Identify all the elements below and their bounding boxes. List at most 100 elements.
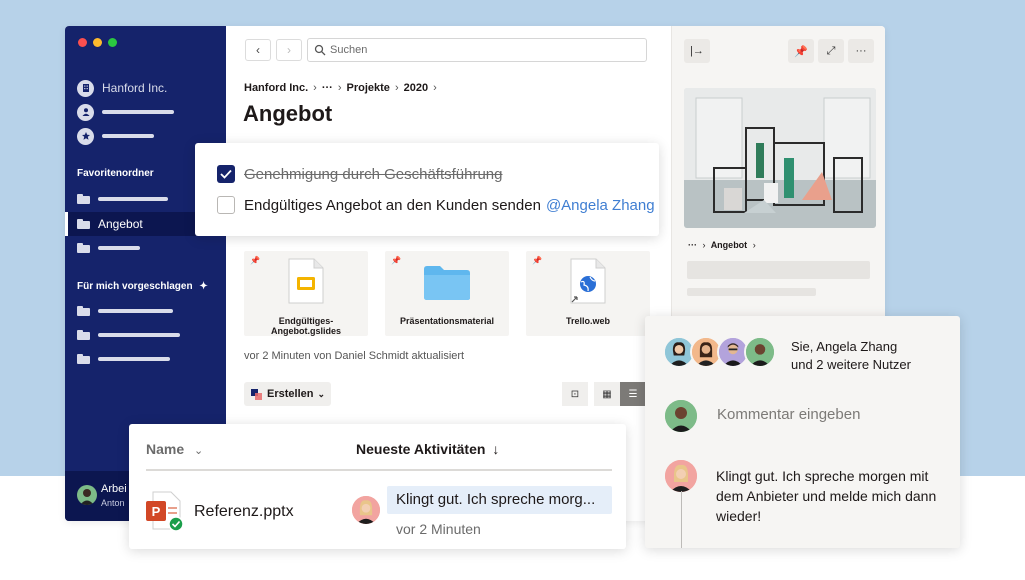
pin-icon: 📌 — [532, 256, 542, 265]
breadcrumb: Hanford Inc. › ··· › Projekte › 2020 › — [244, 82, 437, 94]
collapse-panel-button[interactable]: |→ — [684, 39, 710, 63]
create-label: Erstellen — [267, 388, 314, 400]
folder-icon — [77, 330, 90, 340]
grid-view-button[interactable]: ▦ — [594, 382, 620, 406]
breadcrumb-year[interactable]: 2020 — [404, 82, 428, 94]
suggested-heading: Für mich vorgeschlagen ✦ — [77, 281, 208, 292]
file-card-web[interactable]: 📌 Trello.web — [526, 251, 650, 336]
avatar — [350, 494, 382, 526]
collapse-panel-icon: |→ — [690, 45, 704, 57]
checklist-item-text: Endgültiges Angebot an den Kunden senden — [244, 196, 541, 214]
breadcrumb-root[interactable]: Hanford Inc. — [244, 82, 308, 94]
activity-timestamp: vor 2 Minuten — [396, 521, 481, 537]
sidebar-item-profile[interactable] — [77, 102, 174, 122]
checkbox-checked[interactable] — [217, 165, 235, 183]
comment-input[interactable]: Kommentar eingeben — [717, 406, 860, 423]
folder-icon — [77, 354, 90, 364]
breadcrumb-ellipsis[interactable]: ··· — [322, 82, 333, 94]
pin-button[interactable]: 📌 — [788, 39, 814, 63]
avatar — [77, 485, 97, 505]
file-card-folder[interactable]: 📌 Präsentationsmaterial — [385, 251, 509, 336]
sidebar-folder[interactable] — [77, 325, 180, 345]
folder-icon — [424, 266, 470, 300]
star-icon — [77, 127, 94, 145]
maximize-window-button[interactable] — [108, 38, 117, 47]
updated-info: vor 2 Minuten von Daniel Schmidt aktuali… — [244, 350, 465, 362]
create-icon — [251, 388, 262, 400]
avatar — [744, 336, 776, 368]
sidebar-folder[interactable] — [77, 349, 170, 369]
sidebar-placeholder-bar — [102, 134, 154, 138]
forward-button[interactable]: › — [276, 39, 302, 61]
more-options-button[interactable]: ··· — [848, 39, 874, 63]
column-header-name-label: Name — [146, 441, 185, 457]
user-name: Arbei — [101, 483, 127, 495]
create-button[interactable]: Erstellen ⌄ — [244, 382, 331, 406]
sidebar-placeholder-bar — [98, 333, 180, 337]
google-slides-file-icon — [288, 258, 324, 304]
breadcrumb-projects[interactable]: Projekte — [347, 82, 390, 94]
preview-breadcrumb-name[interactable]: Angebot — [711, 240, 748, 250]
skeleton-bar — [687, 288, 816, 296]
thread-line — [681, 491, 682, 548]
folder-icon — [77, 194, 90, 204]
checkbox-unchecked[interactable] — [217, 196, 235, 214]
breadcrumb-separator: › — [337, 82, 342, 94]
sidebar-org-label: Hanford Inc. — [102, 81, 168, 95]
file-card-slides[interactable]: 📌 Endgültiges-Angebot.gslides — [244, 251, 368, 336]
pin-icon: 📌 — [250, 256, 260, 265]
pin-icon: 📌 — [391, 256, 401, 265]
checklist-item-open: Endgültiges Angebot an den Kunden senden… — [217, 196, 655, 214]
breadcrumb-separator: › — [752, 240, 756, 250]
folder-icon — [77, 243, 90, 253]
chevron-down-icon: ⌄ — [194, 445, 204, 457]
sidebar-placeholder-bar — [98, 309, 173, 313]
column-header-activity[interactable]: Neueste Aktivitäten ↓ — [356, 441, 499, 457]
sidebar-item-angebot[interactable]: Angebot — [77, 214, 143, 234]
breadcrumb-separator: › — [433, 82, 437, 94]
arrow-down-icon: ↓ — [492, 441, 500, 457]
sidebar-placeholder-bar — [102, 110, 174, 114]
breadcrumb-separator: › — [702, 240, 706, 250]
participants-text: Sie, Angela Zhang und 2 weitere Nutzer — [791, 338, 911, 374]
minimize-window-button[interactable] — [93, 38, 102, 47]
window-controls — [78, 38, 117, 47]
powerpoint-file-icon: P — [146, 491, 184, 532]
sidebar-folder[interactable] — [77, 189, 168, 209]
sidebar-folder[interactable] — [77, 238, 140, 258]
checkmark-icon — [220, 169, 232, 179]
user-subtitle: Anton — [101, 498, 125, 508]
file-name: Endgültiges-Angebot.gslides — [270, 316, 341, 336]
grid-icon: ▦ — [602, 388, 612, 400]
sidebar-placeholder-bar — [98, 197, 168, 201]
checklist-item-text: Genehmigung durch Geschäftsführung — [244, 165, 503, 183]
list-view-button[interactable]: ☰ — [620, 382, 646, 406]
file-name: Trello.web — [565, 316, 610, 326]
page-title: Angebot — [243, 101, 333, 126]
sidebar-folder[interactable] — [77, 301, 173, 321]
comments-card: Sie, Angela Zhang und 2 weitere Nutzer K… — [645, 316, 960, 548]
svg-text:P: P — [152, 504, 161, 519]
folder-icon — [77, 219, 90, 229]
sidebar-placeholder-bar — [98, 246, 140, 250]
column-header-name[interactable]: Name ⌄ — [146, 441, 203, 457]
sidebar-item-org[interactable]: Hanford Inc. — [77, 78, 167, 98]
sparkle-icon: ✦ — [199, 281, 208, 292]
building-icon — [77, 79, 94, 97]
preview-image — [684, 88, 876, 228]
sidebar-item-starred[interactable] — [77, 126, 154, 146]
preview-icon: ⊡ — [570, 388, 580, 400]
chevron-right-icon: › — [287, 43, 291, 57]
breadcrumb-separator: › — [394, 82, 399, 94]
back-button[interactable]: ‹ — [245, 39, 271, 61]
search-input[interactable]: Suchen — [307, 38, 647, 62]
user-mention[interactable]: @Angela Zhang — [546, 197, 655, 214]
expand-button[interactable]: ⤢ — [818, 39, 844, 63]
preview-view-button[interactable]: ⊡ — [562, 382, 588, 406]
comment-text: Klingt gut. Ich spreche morgen mit dem A… — [716, 468, 937, 524]
avatar — [663, 458, 699, 494]
preview-breadcrumb-ellipsis[interactable]: ··· — [688, 240, 697, 250]
person-icon — [77, 103, 94, 121]
suggested-heading-label: Für mich vorgeschlagen — [77, 281, 193, 292]
close-window-button[interactable] — [78, 38, 87, 47]
